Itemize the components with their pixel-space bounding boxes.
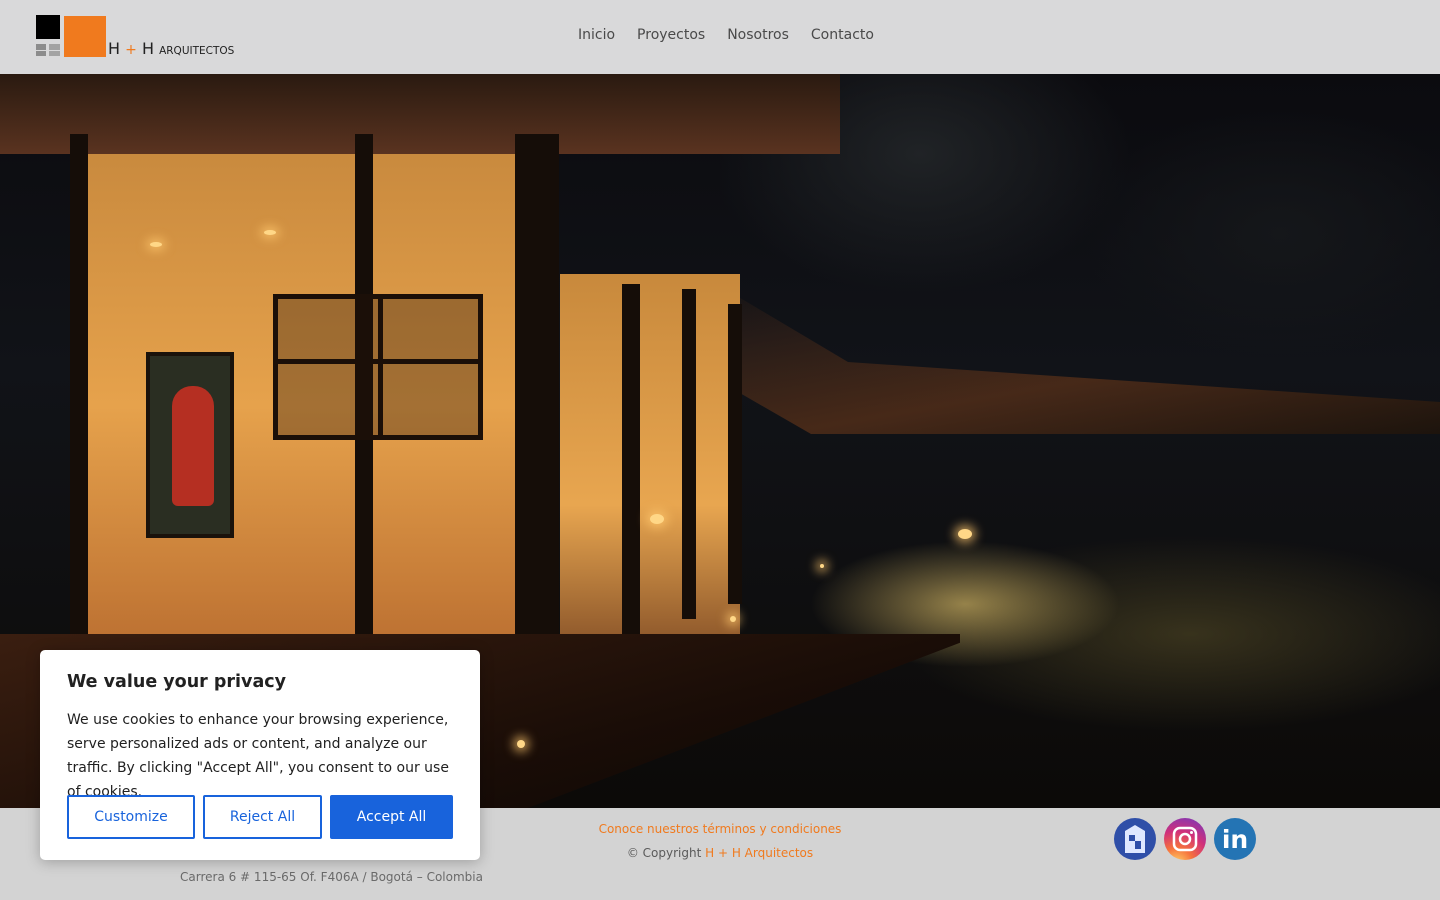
cookie-title: We value your privacy <box>67 672 287 692</box>
logo-black-square <box>36 15 60 39</box>
window-mullion <box>682 289 696 619</box>
ground-light <box>730 616 736 622</box>
ceiling-light <box>264 230 276 235</box>
site-header: H + H ARQUITECTOS Inicio Proyectos Nosot… <box>0 0 1440 74</box>
address: Carrera 6 # 115-65 Of. F406A / Bogotá – … <box>180 870 483 884</box>
cookie-consent-banner: We value your privacy We use cookies to … <box>40 650 480 860</box>
cookie-body: We use cookies to enhance your browsing … <box>67 712 449 800</box>
nav-proyectos[interactable]: Proyectos <box>637 27 705 43</box>
window-mullion <box>70 134 88 714</box>
house-interior-lit <box>560 274 740 694</box>
house-roof <box>0 74 840 154</box>
bookshelf <box>273 294 483 440</box>
garden-light <box>958 529 972 539</box>
lamp-light <box>650 514 664 524</box>
nav-contacto[interactable]: Contacto <box>811 27 874 43</box>
main-nav: Inicio Proyectos Nosotros Contacto <box>578 27 874 43</box>
window-mullion <box>728 304 742 604</box>
ceiling-light <box>150 242 162 247</box>
nav-nosotros[interactable]: Nosotros <box>727 27 789 43</box>
copyright-brand-link[interactable]: H + H Arquitectos <box>705 846 813 860</box>
logo-orange-square <box>64 16 106 57</box>
ground-light <box>820 564 824 568</box>
houzz-icon[interactable] <box>1114 818 1156 860</box>
logo[interactable]: H + H ARQUITECTOS <box>36 15 236 59</box>
nav-inicio[interactable]: Inicio <box>578 27 615 43</box>
logo-wordmark: H + H ARQUITECTOS <box>108 39 235 58</box>
accept-all-button[interactable]: Accept All <box>330 795 453 839</box>
window-mullion <box>515 134 559 654</box>
window-mullion <box>622 284 640 644</box>
ground-light <box>517 740 525 748</box>
painting <box>146 352 234 538</box>
customize-button[interactable]: Customize <box>67 795 195 839</box>
reject-all-button[interactable]: Reject All <box>203 795 322 839</box>
instagram-icon[interactable] <box>1164 818 1206 860</box>
linkedin-icon[interactable]: in <box>1214 818 1256 860</box>
